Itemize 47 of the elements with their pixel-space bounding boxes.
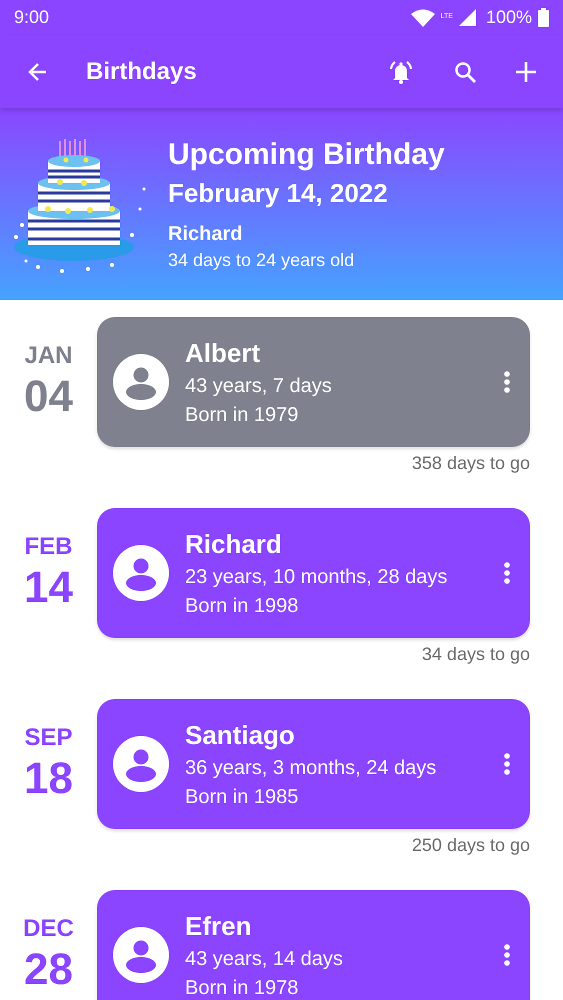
birthday-card[interactable]: Efren 43 years, 14 days Born in 1978 (97, 890, 530, 1000)
birth-day: 14 (24, 563, 73, 613)
person-name: Richard (185, 528, 283, 560)
person-name: Santiago (185, 720, 296, 750)
birth-day: 28 (24, 945, 73, 995)
age-text: 36 years, 3 months, 24 days (185, 756, 438, 780)
birth-year: Born in 1978 (185, 976, 300, 1000)
birth-year: Born in 1998 (185, 594, 300, 618)
screen-title: Birthdays (86, 58, 197, 86)
banner-detail: 34 days to 24 years old (168, 250, 356, 270)
countdown-text: 250 days to go (412, 835, 530, 856)
more-options-icon[interactable] (504, 371, 510, 393)
birth-month: SEP (24, 724, 73, 752)
age-text: 43 years, 14 days (185, 948, 344, 970)
birth-month: FEB (24, 533, 72, 561)
battery-icon (538, 8, 549, 27)
birth-month: JAN (24, 342, 72, 370)
clock: 9:00 (14, 7, 50, 28)
birth-year: Born in 1985 (185, 786, 300, 808)
birthday-card[interactable]: Albert 43 years, 7 days Born in 1979 (97, 317, 530, 447)
more-options-icon[interactable] (504, 562, 510, 584)
countdown-text: 34 days to go (422, 644, 530, 665)
banner-heading: Upcoming Birthday (168, 138, 445, 172)
birthday-card[interactable]: Santiago 36 years, 3 months, 24 days Born in 1985 (97, 699, 530, 829)
more-options-icon[interactable] (504, 753, 510, 775)
add-icon[interactable] (515, 60, 537, 82)
age-text: 43 years, 7 days (185, 374, 333, 398)
birth-day: 18 (24, 754, 73, 804)
birthday-card[interactable]: Richard 23 years, 10 months, 28 days Born in 1998 (97, 508, 530, 638)
birth-month: DEC (23, 915, 74, 943)
wifi-icon (410, 8, 435, 26)
person-name: Efren (185, 910, 252, 942)
banner-date: February 14, 2022 (168, 178, 389, 208)
person-name: Albert (185, 338, 262, 368)
birth-year: Born in 1979 (185, 404, 300, 426)
countdown-text: 358 days to go (412, 453, 530, 474)
battery-level: 100% (486, 7, 532, 28)
banner-name: Richard (168, 222, 244, 246)
age-text: 23 years, 10 months, 28 days (185, 566, 448, 588)
avatar-icon (113, 927, 169, 983)
avatar-icon (113, 736, 169, 792)
signal-icon (458, 9, 476, 26)
avatar-icon (113, 354, 169, 410)
birth-day: 04 (24, 372, 73, 422)
search-icon[interactable] (453, 60, 477, 84)
more-options-icon[interactable] (504, 944, 510, 966)
avatar-icon (113, 545, 169, 601)
